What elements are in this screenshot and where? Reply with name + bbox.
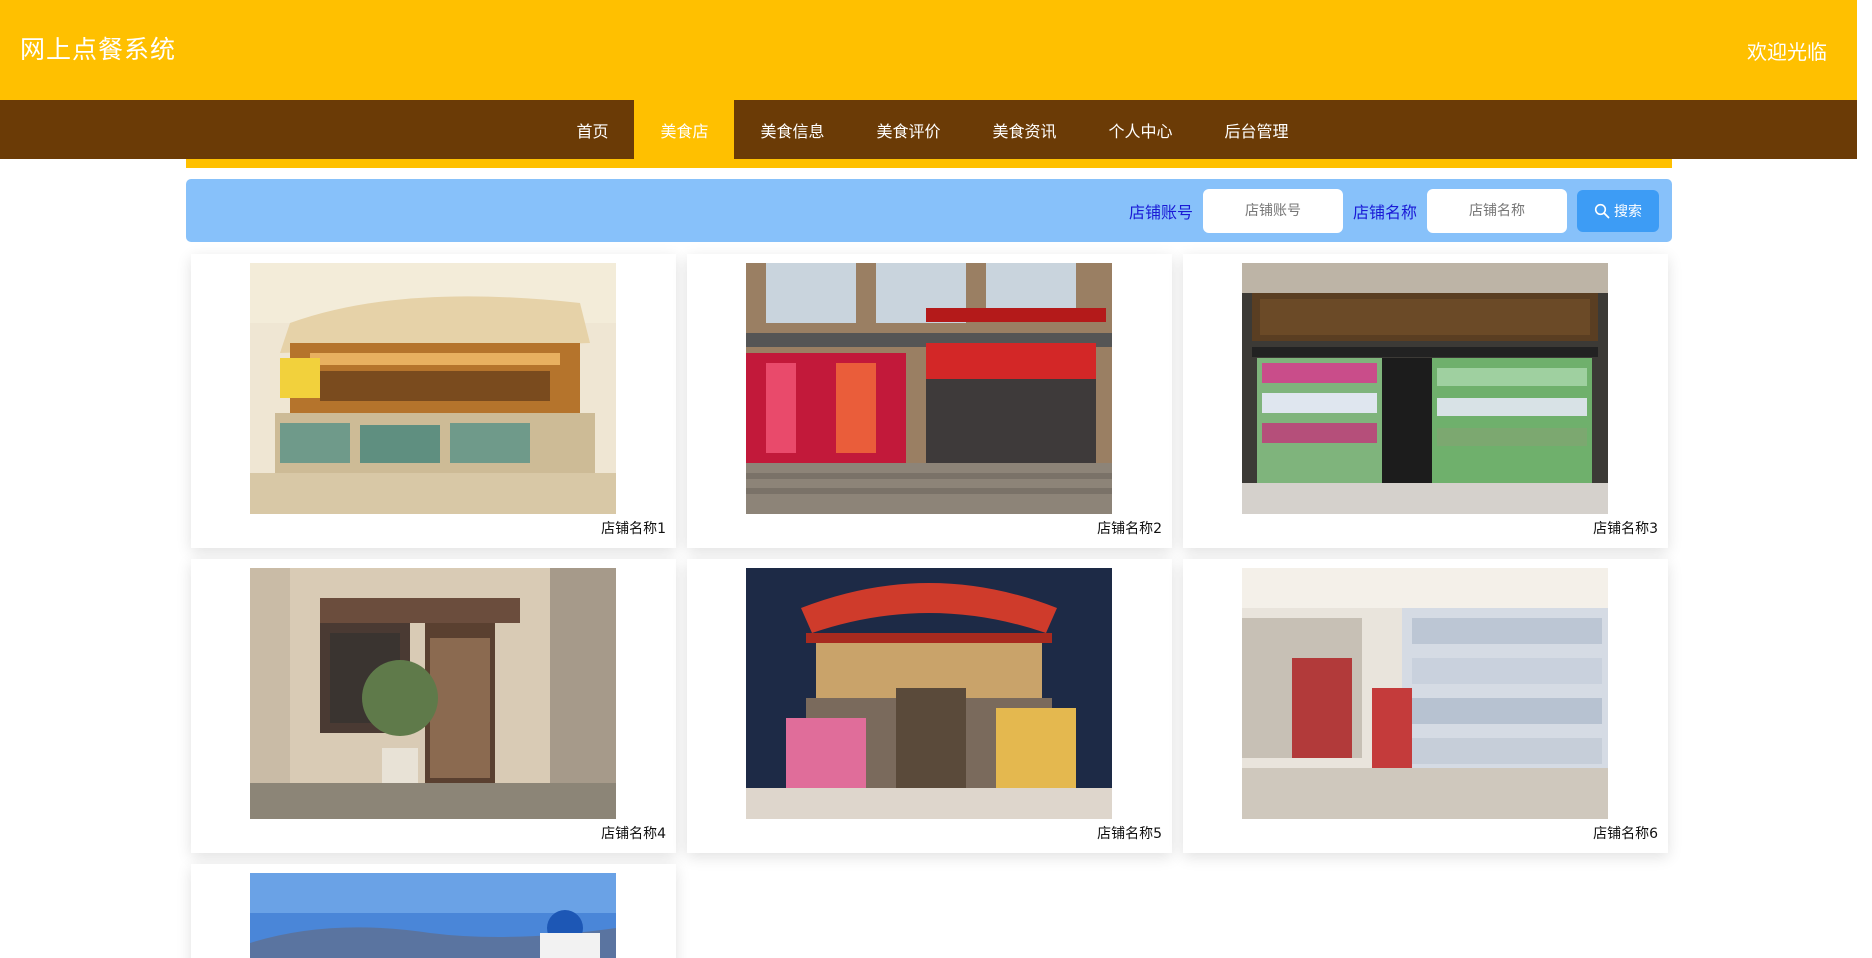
nav-item-admin[interactable]: 后台管理 xyxy=(1199,100,1315,159)
shop-name: 店铺名称1 xyxy=(601,521,666,537)
shop-card[interactable]: 店铺名称2 xyxy=(687,254,1172,548)
page: 网上点餐系统 欢迎光临 首页 美食店 美食信息 美食评价 美食资讯 个人中心 后… xyxy=(0,0,1857,958)
shop-image-storefront-street[interactable] xyxy=(746,263,1112,514)
shop-card[interactable]: 店铺名称3 xyxy=(1183,254,1668,548)
shop-image-restaurant-interior[interactable] xyxy=(250,263,616,514)
search-bar: 店铺账号 店铺名称 搜索 xyxy=(186,179,1672,242)
nav-list: 首页 美食店 美食信息 美食评价 美食资讯 个人中心 后台管理 xyxy=(550,100,1314,159)
shop-card[interactable]: 店铺名称5 xyxy=(687,559,1172,853)
shop-grid: 店铺名称1 店铺名称2 店铺名称3 店铺名称4 店铺名称5 店铺名称6 xyxy=(191,254,1668,958)
shop-name: 店铺名称6 xyxy=(1593,826,1658,842)
nav-item-home[interactable]: 首页 xyxy=(550,100,634,159)
shop-card[interactable]: 店铺名称4 xyxy=(191,559,676,853)
nav-item-food-info[interactable]: 美食信息 xyxy=(734,100,850,159)
nav-item-food-reviews[interactable]: 美食评价 xyxy=(850,100,966,159)
shop-account-input[interactable] xyxy=(1202,188,1343,233)
shop-name: 店铺名称4 xyxy=(601,826,666,842)
shop-name: 店铺名称5 xyxy=(1097,826,1162,842)
shop-card[interactable]: 店铺名称1 xyxy=(191,254,676,548)
welcome-text: 欢迎光临 xyxy=(1747,40,1827,64)
shop-image-disney-store[interactable] xyxy=(746,568,1112,819)
nav-item-food-shops[interactable]: 美食店 xyxy=(634,100,735,159)
nav-item-food-news[interactable]: 美食资讯 xyxy=(967,100,1083,159)
shop-name: 店铺名称3 xyxy=(1593,521,1658,537)
shop-account-label: 店铺账号 xyxy=(1128,202,1193,222)
search-button-label: 搜索 xyxy=(1614,203,1642,220)
search-button[interactable]: 搜索 xyxy=(1577,189,1659,232)
main-nav: 首页 美食店 美食信息 美食评价 美食资讯 个人中心 后台管理 xyxy=(0,100,1857,159)
shop-image-flower-shop-entrance[interactable] xyxy=(250,568,616,819)
site-title: 网上点餐系统 xyxy=(20,35,177,64)
header-bar: 网上点餐系统 欢迎光临 xyxy=(0,0,1857,100)
shop-image-price-wise-discount-store[interactable] xyxy=(1242,263,1608,514)
nav-item-personal-center[interactable]: 个人中心 xyxy=(1083,100,1199,159)
search-icon xyxy=(1594,203,1610,218)
nav-divider-strip xyxy=(186,159,1672,168)
shop-image-coastal-town[interactable] xyxy=(250,873,616,958)
shop-name-label: 店铺名称 xyxy=(1352,202,1417,222)
shop-card[interactable] xyxy=(191,864,676,958)
shop-card[interactable]: 店铺名称6 xyxy=(1183,559,1668,853)
shop-name-input[interactable] xyxy=(1427,188,1567,233)
shop-name: 店铺名称2 xyxy=(1097,521,1162,537)
shop-image-supermarket-aisle[interactable] xyxy=(1242,568,1608,819)
